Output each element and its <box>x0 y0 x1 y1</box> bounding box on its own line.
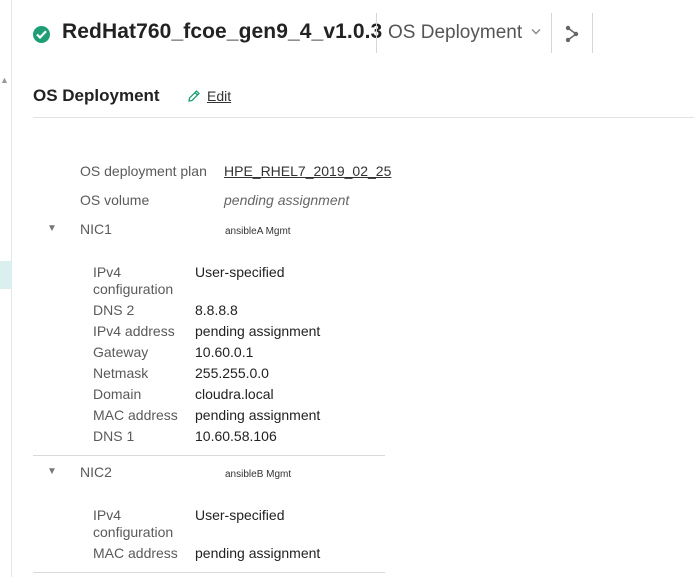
nic1-mac-label: MAC address <box>93 407 178 423</box>
share-icon[interactable] <box>565 25 579 43</box>
nic1-ipv4-config-value: User-specified <box>195 264 285 280</box>
nic1-ipv4-config-label: IPv4 configuration <box>93 264 174 297</box>
nic1-dns1-value: 10.60.58.106 <box>195 428 277 444</box>
nic1-domain-label: Domain <box>93 386 142 402</box>
header-divider <box>376 13 377 53</box>
nic2-ipv4-config-value: User-specified <box>195 507 285 523</box>
nic2-mac-label: MAC address <box>93 545 178 561</box>
pencil-icon <box>188 90 200 102</box>
nic1-dns2-value: 8.8.8.8 <box>195 302 238 318</box>
section-divider <box>33 117 694 118</box>
page-header: RedHat760_fcoe_gen9_4_v1.0.3 OS Deployme… <box>0 0 694 70</box>
status-ok-icon <box>33 26 50 43</box>
collapse-up-icon[interactable]: ▲ <box>0 76 9 85</box>
nic1-network: ansibleA Mgmt <box>225 226 291 237</box>
os-volume-value: pending assignment <box>224 192 350 208</box>
nic1-ipv4-address-value: pending assignment <box>195 323 321 339</box>
nic1-gateway-value: 10.60.0.1 <box>195 344 254 360</box>
nic1-expand-toggle[interactable]: ▼ <box>47 223 57 234</box>
rail-selection-indicator <box>0 261 12 289</box>
page-title: RedHat760_fcoe_gen9_4_v1.0.3 <box>62 20 383 43</box>
section-title: OS Deployment <box>33 86 160 105</box>
edit-button[interactable]: Edit <box>187 88 231 104</box>
nic2-name: NIC2 <box>80 464 112 480</box>
chevron-down-icon[interactable] <box>531 28 541 35</box>
os-plan-label: OS deployment plan <box>80 163 207 179</box>
edit-label: Edit <box>207 88 232 104</box>
nic2-expand-toggle[interactable]: ▼ <box>47 466 57 477</box>
header-divider <box>592 13 593 53</box>
nic1-dns1-label: DNS 1 <box>93 428 135 444</box>
nic1-name: NIC1 <box>80 221 112 237</box>
os-plan-link[interactable]: HPE_RHEL7_2019_02_25 <box>224 163 391 179</box>
nic1-netmask-label: Netmask <box>93 365 149 381</box>
left-rail: ▲ <box>0 0 12 577</box>
nic1-ipv4-address-label: IPv4 address <box>93 323 175 339</box>
nic2-network: ansibleB Mgmt <box>225 469 292 480</box>
nic2-mac-value: pending assignment <box>195 545 321 561</box>
nic-divider <box>33 455 385 456</box>
header-divider <box>551 13 552 53</box>
nic1-gateway-label: Gateway <box>93 344 149 360</box>
nic1-domain-value: cloudra.local <box>195 386 274 402</box>
os-volume-label: OS volume <box>80 192 150 208</box>
nic1-mac-value: pending assignment <box>195 407 321 423</box>
nic1-netmask-value: 255.255.0.0 <box>195 365 269 381</box>
nic1-dns2-label: DNS 2 <box>93 302 135 318</box>
nic-divider <box>33 572 385 573</box>
nic2-ipv4-config-label: IPv4 configuration <box>93 507 174 540</box>
view-selector[interactable]: OS Deployment <box>388 22 522 44</box>
